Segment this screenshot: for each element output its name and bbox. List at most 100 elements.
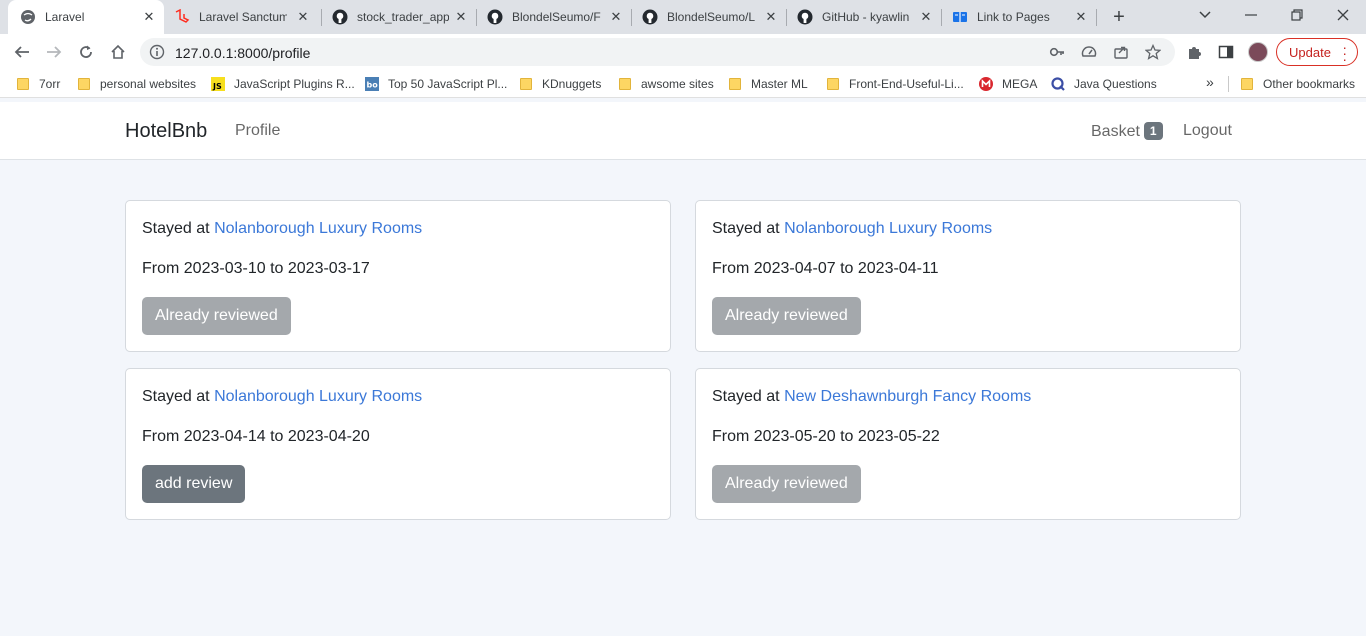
tab-laravel[interactable]: Laravel ✕ (8, 0, 164, 34)
hotel-link[interactable]: Nolanborough Luxury Rooms (784, 220, 992, 237)
hotel-link[interactable]: Nolanborough Luxury Rooms (214, 220, 422, 237)
already-reviewed-button: Already reviewed (712, 465, 861, 503)
tab-title: Laravel (45, 10, 85, 24)
update-button[interactable]: Update · · · (1276, 38, 1358, 66)
tab-title: BlondelSeumo/F (512, 10, 601, 24)
tab-laravel-sanctum[interactable]: Laravel Sanctum ✕ (166, 0, 318, 34)
side-panel-icon[interactable] (1216, 42, 1236, 62)
to-date: 2023-04-20 (287, 428, 370, 445)
more-bookmarks-chevron-icon[interactable]: » (1206, 74, 1214, 90)
already-reviewed-button: Already reviewed (142, 297, 291, 335)
bookmark-javascript-plugins[interactable]: JS JavaScript Plugins R... (211, 75, 355, 93)
share-icon[interactable] (1113, 44, 1129, 60)
tab-blondelseumo-f[interactable]: BlondelSeumo/F ✕ (477, 0, 631, 34)
minimize-icon[interactable] (1240, 4, 1262, 26)
key-icon[interactable] (1049, 44, 1065, 60)
bookmark-awsome-sites[interactable]: awsome sites (618, 75, 714, 93)
tab-link-to-pages[interactable]: Link to Pages ✕ (942, 0, 1096, 34)
from-label: From (712, 428, 750, 445)
close-tab-icon[interactable]: ✕ (296, 10, 310, 24)
bookmark-master-ml[interactable]: Master ML (728, 75, 808, 93)
hotel-link[interactable]: Nolanborough Luxury Rooms (214, 388, 422, 405)
booking-dates: From 2023-04-07 to 2023-04-11 (712, 260, 939, 278)
q-logo-icon (1051, 77, 1065, 91)
bookmark-separator (1228, 76, 1229, 92)
basket-count-badge: 1 (1143, 122, 1163, 140)
hotel-link[interactable]: New Deshawnburgh Fancy Rooms (784, 388, 1031, 405)
close-tab-icon[interactable]: ✕ (764, 10, 778, 24)
bookmark-7orr[interactable]: 7orr (16, 75, 60, 93)
close-tab-icon[interactable]: ✕ (454, 10, 468, 24)
profile-avatar[interactable] (1248, 42, 1268, 62)
bookmark-label: MEGA (1002, 77, 1038, 91)
tab-search-chevron-icon[interactable] (1194, 4, 1216, 26)
address-bar[interactable]: 127.0.0.1:8000/profile (140, 38, 1175, 66)
tab-stock-trader-app[interactable]: stock_trader_app ✕ (322, 0, 476, 34)
close-tab-icon[interactable]: ✕ (609, 10, 623, 24)
bookmark-label: Other bookmarks (1263, 77, 1356, 91)
tab-title: BlondelSeumo/L (667, 10, 756, 24)
back-arrow-icon[interactable] (12, 42, 32, 62)
bookmark-kdnuggets[interactable]: KDnuggets (519, 75, 601, 93)
to-date: 2023-05-22 (857, 428, 940, 445)
extensions-puzzle-icon[interactable] (1184, 42, 1204, 62)
tab-blondelseumo-l[interactable]: BlondelSeumo/L ✕ (632, 0, 786, 34)
site-info-icon[interactable] (149, 44, 165, 60)
js-logo-icon: JS (211, 77, 225, 91)
github-icon (797, 9, 813, 25)
restore-icon[interactable] (1286, 4, 1308, 26)
stayed-prefix: Stayed at (142, 388, 210, 405)
laravel-icon (174, 9, 190, 25)
new-tab-plus-icon[interactable]: + (1109, 7, 1129, 27)
close-tab-icon[interactable]: ✕ (919, 10, 933, 24)
bookmark-java-questions[interactable]: Java Questions (1051, 75, 1157, 93)
book-icon (952, 9, 968, 25)
bookmark-star-icon[interactable] (1145, 44, 1161, 60)
bookmark-top-50-javascript[interactable]: bo Top 50 JavaScript Pl... (365, 75, 507, 93)
tab-title: GitHub - kyawlin (822, 10, 910, 24)
globe-icon (20, 9, 36, 25)
add-review-button[interactable]: add review (142, 465, 246, 503)
close-tab-icon[interactable]: ✕ (1074, 10, 1088, 24)
other-bookmarks-folder[interactable]: Other bookmarks (1240, 75, 1355, 93)
stayed-prefix: Stayed at (142, 220, 210, 237)
svg-text:bo: bo (367, 81, 379, 90)
bookmark-label: 7orr (39, 77, 61, 91)
profile-bookings-section: Stayed at Nolanborough Luxury Rooms From… (0, 160, 1366, 636)
from-label: From (142, 428, 180, 445)
from-label: From (142, 260, 180, 277)
folder-icon (16, 77, 30, 91)
github-icon (487, 9, 503, 25)
close-tab-icon[interactable]: ✕ (142, 10, 156, 24)
folder-icon (519, 77, 533, 91)
nav-profile-link[interactable]: Profile (235, 122, 280, 140)
booking-dates: From 2023-05-20 to 2023-05-22 (712, 428, 940, 446)
brand-logo[interactable]: HotelBnb (125, 120, 207, 143)
performance-gauge-icon[interactable] (1081, 44, 1097, 60)
to-label: to (270, 428, 284, 445)
bo-logo-icon: bo (365, 77, 379, 91)
tab-title: Link to Pages (977, 10, 1050, 24)
bookmark-mega[interactable]: MEGA (979, 75, 1037, 93)
booking-stayed-line: Stayed at Nolanborough Luxury Rooms (142, 220, 422, 238)
booking-card: Stayed at Nolanborough Luxury Rooms From… (125, 368, 671, 520)
mega-logo-icon (979, 77, 993, 91)
home-icon[interactable] (108, 42, 128, 62)
to-label: to (840, 428, 854, 445)
nav-logout-link[interactable]: Logout (1183, 122, 1232, 140)
tab-github-kyawlin[interactable]: GitHub - kyawlin ✕ (787, 0, 941, 34)
reload-icon[interactable] (76, 42, 96, 62)
folder-icon (1240, 77, 1254, 91)
nav-basket-link[interactable]: Basket 1 (1091, 122, 1163, 141)
bookmark-personal-websites[interactable]: personal websites (77, 75, 196, 93)
bookmark-front-end-useful[interactable]: Front-End-Useful-Li... (826, 75, 964, 93)
forward-arrow-icon[interactable] (44, 42, 64, 62)
to-label: to (840, 260, 854, 277)
from-date: 2023-05-20 (753, 428, 836, 445)
close-window-icon[interactable] (1332, 4, 1354, 26)
to-date: 2023-03-17 (287, 260, 370, 277)
booking-stayed-line: Stayed at Nolanborough Luxury Rooms (712, 220, 992, 238)
booking-stayed-line: Stayed at Nolanborough Luxury Rooms (142, 388, 422, 406)
booking-card: Stayed at Nolanborough Luxury Rooms From… (125, 200, 671, 352)
basket-label: Basket (1091, 123, 1140, 140)
